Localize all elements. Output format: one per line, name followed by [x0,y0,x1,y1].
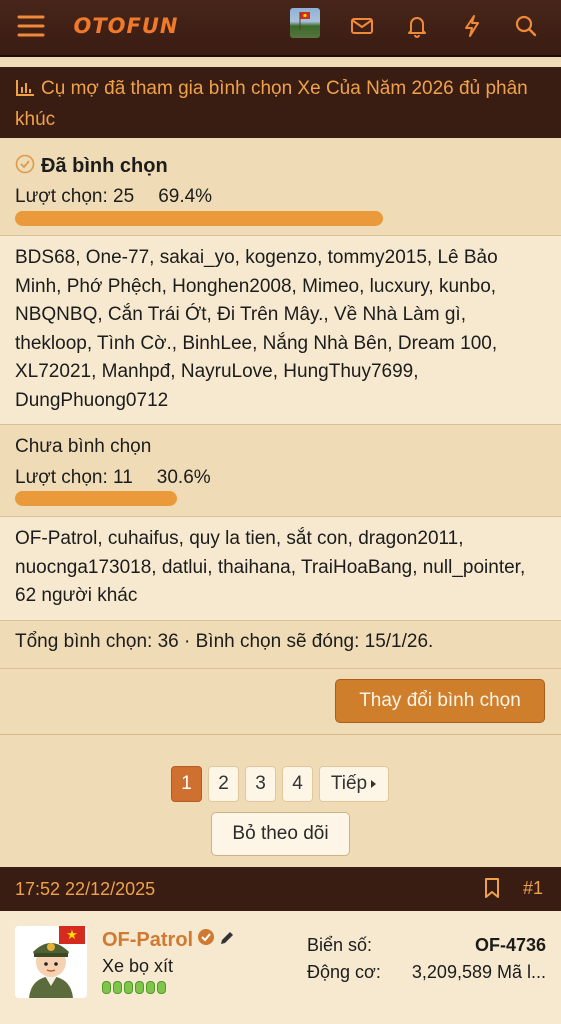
author-title: Xe bọ xít [102,956,174,976]
lightning-icon[interactable] [454,8,490,44]
post-timestamp[interactable]: 17:52 22/12/2025 [15,879,155,900]
next-label: Tiếp [330,773,368,794]
reputation-dot [146,981,155,994]
search-icon[interactable] [508,8,544,44]
votes-count: Lượt chọn: 25 [15,186,135,207]
vote-progress-bar [15,211,383,226]
plate-label: Biển số: [307,935,373,955]
author-name[interactable]: OF-Patrol [102,929,193,952]
otofun-logo[interactable]: OTOFUN [72,8,180,44]
reputation-dot [135,981,144,994]
page-button-2[interactable]: 2 [208,766,239,802]
response-header: Đã bình chọn [15,154,168,179]
votes-percent: 69.4% [158,186,213,207]
bar-chart-icon [15,78,35,106]
engine-value: 3,209,589 Mã l... [411,962,546,982]
votes-count: Lượt chọn: 11 [15,467,133,488]
author-name-line: OF-Patrol [102,928,235,952]
poll-total-and-close: Tổng bình chọn: 36 · Bình chọn sẽ đóng: … [15,631,434,652]
response-label: Đã bình chọn [41,155,168,177]
reputation-dot [157,981,166,994]
logo-text: OTOFUN [73,14,179,38]
voter-list[interactable]: OF-Patrol, cuhaifus, quy la tien, sắt co… [15,525,545,611]
next-page-button[interactable]: Tiếp [319,766,389,802]
menu-icon[interactable] [13,8,49,44]
vietnam-flag-icon: ★ [59,926,85,944]
check-circle-icon [15,154,35,179]
reputation-dot [124,981,133,994]
pagination: 1 2 3 4 Tiếp [171,766,389,802]
user-avatar[interactable] [290,8,320,38]
post-header: 17:52 22/12/2025 #1 [0,867,561,911]
poll-title: Cụ mợ đã tham gia bình chọn Xe Của Năm 2… [15,78,528,130]
bookmark-icon[interactable] [483,877,501,904]
caret-right-icon [370,773,377,795]
poll-title-bar: Cụ mợ đã tham gia bình chọn Xe Của Năm 2… [0,67,561,138]
envelope-icon[interactable] [344,8,380,44]
top-navigation-bar: OTOFUN [0,0,561,57]
page-button-1[interactable]: 1 [171,766,202,802]
post-number[interactable]: #1 [523,878,543,899]
voter-list[interactable]: BDS68, One-77, sakai_yo, kogenzo, tommy2… [15,244,545,415]
pencil-icon[interactable] [219,929,235,952]
votes-percent: 30.6% [156,467,211,488]
page-button-4[interactable]: 4 [282,766,313,802]
verified-badge-icon [197,928,215,952]
response-label: Chưa bình chọn [15,436,152,457]
change-vote-button[interactable]: Thay đổi bình chọn [335,679,545,723]
reputation-dot [113,981,122,994]
page-button-3[interactable]: 3 [245,766,276,802]
response-votes: Lượt chọn: 25 69.4% [15,186,212,208]
response-votes: Lượt chọn: 11 30.6% [15,467,211,489]
engine-label: Động cơ: [307,962,381,982]
unwatch-button[interactable]: Bỏ theo dõi [211,812,350,856]
bell-icon[interactable] [399,8,435,44]
vote-progress-bar [15,491,177,506]
plate-value: OF-4736 [474,935,546,955]
reputation-dots [102,981,166,994]
reputation-dot [102,981,111,994]
